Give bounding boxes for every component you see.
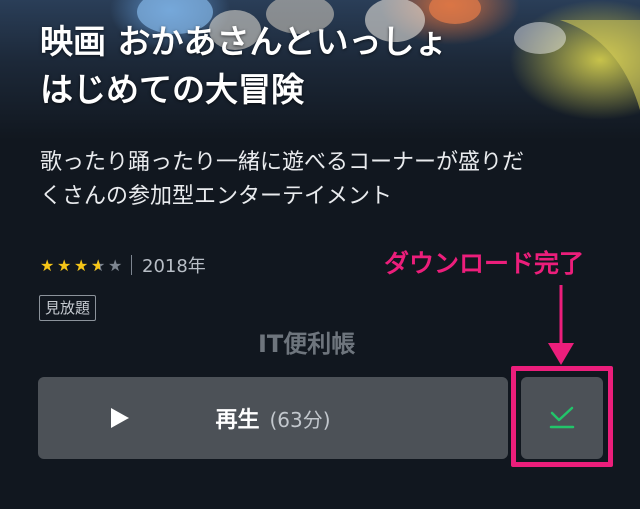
star-empty-icon: ★	[108, 255, 123, 275]
watermark: IT便利帳	[258, 330, 356, 358]
download-complete-check-icon	[549, 406, 575, 429]
play-button[interactable]: 再生 (63分)	[38, 377, 508, 459]
release-year: 2018年	[142, 256, 206, 277]
play-duration: (63分)	[269, 407, 331, 432]
movie-title: 映画 おかあさんといっしょ はじめての大冒険	[40, 18, 600, 114]
rating-row: ★★★★★ 2018年	[40, 252, 206, 278]
play-label: 再生	[215, 408, 260, 433]
play-button-text: 再生 (63分)	[38, 377, 508, 459]
title-line-1: 映画 おかあさんといっしょ	[40, 22, 448, 61]
description-line-2: くさんの参加型エンターテイメント	[40, 184, 393, 209]
unlimited-badge: 見放題	[39, 295, 97, 321]
star-full-icon: ★	[40, 255, 55, 275]
movie-description: 歌ったり踊ったり一緒に遊べるコーナーが盛りだ くさんの参加型エンターテイメント	[40, 146, 600, 214]
star-full-icon: ★	[74, 255, 89, 275]
star-rating: ★ ★ ★★ ★	[40, 256, 125, 275]
hero-banner: 映画 おかあさんといっしょ はじめての大冒険	[0, 0, 640, 140]
download-complete-annotation: ダウンロード完了	[384, 249, 585, 278]
star-half-icon: ★	[91, 257, 108, 274]
star-full-icon: ★	[57, 255, 72, 275]
download-button[interactable]	[521, 377, 603, 459]
rating-divider	[131, 255, 132, 275]
annotation-arrow-icon	[548, 285, 574, 365]
description-line-1: 歌ったり踊ったり一緒に遊べるコーナーが盛りだ	[40, 150, 525, 175]
title-line-2: はじめての大冒険	[40, 70, 304, 109]
